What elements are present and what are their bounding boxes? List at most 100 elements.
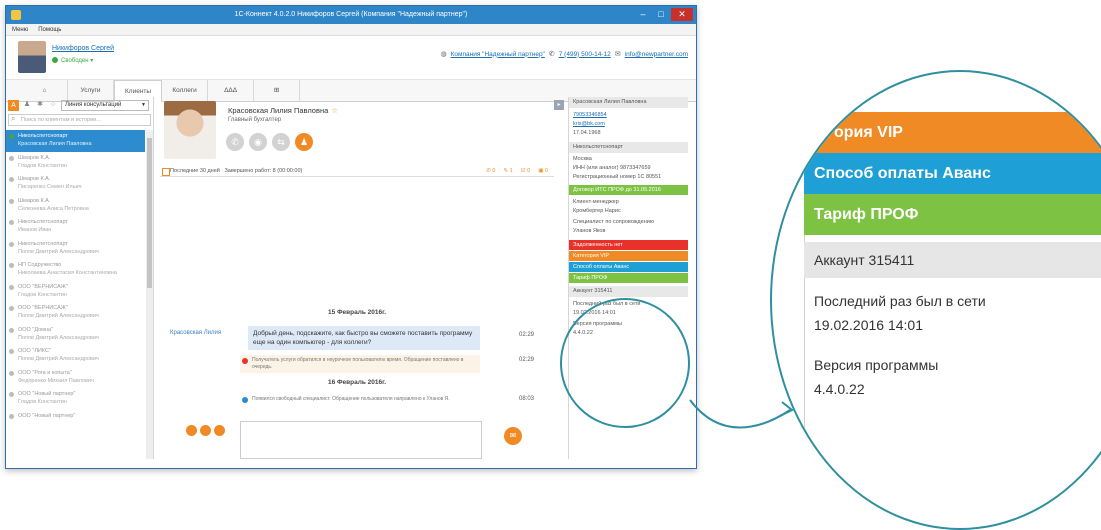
screenshot-button[interactable]: [200, 425, 211, 436]
list-item[interactable]: Шмаров К.А. Селезнева Алиса Петровна: [6, 195, 145, 217]
client-list-scrollbar[interactable]: [146, 130, 153, 459]
info-city: Москва: [573, 156, 592, 162]
calls-counter[interactable]: ✆ 0: [486, 165, 495, 177]
list-item[interactable]: Никольспетснопарт Иванов Иван: [6, 216, 145, 238]
list-item-org: Никольспетснопарт: [18, 240, 68, 247]
info-email[interactable]: kris@bk.com: [569, 120, 688, 129]
user-avatar[interactable]: [18, 41, 46, 73]
message-bubble: Добрый день, подскажите, как быстро вы с…: [248, 326, 480, 350]
user-bar: Никифоров Сергей Свободен ▾ ◍ Компания "…: [6, 36, 696, 80]
manager-name: Кромбергер Нарис: [573, 208, 621, 214]
contact-name-text: Красовская Лилия Павловна: [228, 106, 329, 115]
star-icon[interactable]: ✱: [35, 100, 45, 110]
info-phone[interactable]: 79053346854: [569, 111, 688, 120]
maximize-button[interactable]: □: [653, 8, 669, 21]
list-item[interactable]: Шмаров К.А. Писаренко Семен Ильич: [6, 173, 145, 195]
client-search-input[interactable]: Поиск по клиентам и истории...: [8, 114, 151, 126]
zoom-tariff-badge: Тариф ПРОФ: [804, 194, 1101, 235]
company-link[interactable]: Компания "Надежный партнер": [451, 51, 545, 58]
zoom-connector-line: [689, 399, 791, 429]
filter-a-button[interactable]: A: [8, 99, 19, 111]
list-item-person: Попов Дмитрий Александрович: [18, 356, 99, 362]
list-item[interactable]: Шмаров К.А. Гладов Константин: [6, 152, 145, 174]
info-icon: [242, 397, 248, 403]
mail-icon: ✉: [614, 51, 621, 58]
message-time: 02:29: [518, 357, 534, 363]
message-sender[interactable]: Красовская Лилия: [170, 330, 221, 336]
list-item[interactable]: ООО "ЛИКС" Попов Дмитрий Александрович: [6, 345, 145, 367]
tasks-counter[interactable]: ☑ 0: [521, 165, 531, 177]
zoom-version-value: 4.4.0.22: [814, 381, 865, 397]
circle-icon[interactable]: ○: [48, 100, 58, 110]
list-item[interactable]: ООО "Домна" Попов Дмитрий Александрович: [6, 324, 145, 346]
title-bar: 1С-Коннект 4.0.2.0 Никифоров Сергей (Ком…: [6, 6, 696, 24]
template-button[interactable]: [214, 425, 225, 436]
tasks-count: 0: [527, 168, 531, 174]
user-status-label: Свободен ▾: [61, 58, 94, 64]
list-item-person: Попов Дмитрий Александрович: [18, 334, 99, 341]
collapse-panel-button[interactable]: ▸: [554, 100, 564, 110]
calls-count: 0: [492, 168, 496, 174]
zoom-detail-circle: ория VIP Способ оплаты Аванс Тариф ПРОФ …: [770, 70, 1101, 530]
list-item[interactable]: Никольспетснопарт Красовская Лилия Павлов…: [6, 130, 145, 152]
message-input[interactable]: [240, 421, 482, 459]
contact-role: Главный бухгалтер: [228, 117, 282, 123]
debt-badge: Задолженность нет: [569, 240, 688, 250]
system-message-text: Получатель услуги обратился в неурочное …: [252, 357, 464, 370]
client-list-toolbar: A ♟ ✱ ○ Линия консультаций: [6, 97, 153, 113]
company-phone[interactable]: 7 (499) 500-14-12: [559, 51, 611, 58]
phone-icon: ✆: [548, 51, 555, 58]
list-item[interactable]: ООО "Новый партнер": [6, 410, 145, 432]
menu-item-help[interactable]: Помощь: [38, 24, 61, 35]
info-header-name: Красовская Лилия Павловна: [569, 97, 688, 108]
user-name-link[interactable]: Никифоров Сергей: [52, 45, 114, 52]
list-item[interactable]: ООО "Новый партнер" Гладов Константин: [6, 388, 145, 410]
call-button[interactable]: ✆: [226, 133, 244, 151]
list-item-person: Гладов Константин: [18, 291, 67, 298]
company-contacts: ◍ Компания "Надежный партнер" ✆ 7 (499) …: [440, 50, 689, 59]
list-item[interactable]: ООО "ВЕРНИСАЖ" Попов Дмитрий Александрови…: [6, 302, 145, 324]
favorite-star-icon[interactable]: ☆: [331, 106, 338, 115]
list-item-org: ООО "ВЕРНИСАЖ": [18, 283, 68, 290]
list-item[interactable]: ООО "ВЕРНИСАЖ" Гладов Константин: [6, 281, 145, 303]
person-button[interactable]: ♟: [295, 133, 313, 151]
zoom-version-label: Версия программы: [814, 357, 939, 373]
category-badge: Категория VIP: [569, 251, 688, 261]
zoom-content: ория VIP Способ оплаты Аванс Тариф ПРОФ …: [804, 72, 1101, 528]
list-item-person: Красовская Лилия Павловна: [18, 141, 92, 147]
list-item[interactable]: ООО "Рога и копыта" Федоренко Михаил Павл…: [6, 367, 145, 389]
list-item-person: Гладов Константин: [18, 162, 67, 169]
user-status[interactable]: Свободен ▾: [52, 57, 93, 64]
message-time: 02:29: [518, 332, 534, 338]
list-item-person: Федоренко Михаил Павлович: [18, 377, 94, 384]
status-dot-icon: [52, 57, 58, 64]
files-count: 0: [544, 168, 548, 174]
info-birthdate: 17.04.1968: [573, 130, 601, 136]
line-select[interactable]: Линия консультаций: [61, 99, 149, 111]
send-button[interactable]: ✉: [504, 427, 522, 445]
minimize-button[interactable]: –: [635, 8, 651, 21]
person-icon[interactable]: ♟: [22, 100, 32, 110]
scrollbar-thumb[interactable]: [147, 138, 152, 288]
list-item-org: Никольспетснопарт: [18, 219, 68, 225]
globe-icon: ◍: [440, 51, 447, 58]
list-item[interactable]: Никольспетснопарт Попов Дмитрий Александр…: [6, 238, 145, 260]
video-button[interactable]: ◉: [249, 133, 267, 151]
list-item-person: Гладов Константин: [18, 399, 67, 405]
info-header-org: Никольспетснопарт: [569, 142, 688, 153]
system-message: Появился свободный специалист. Обращение…: [240, 394, 480, 405]
attach-button[interactable]: [186, 425, 197, 436]
specialist-name: Уланов Яков: [573, 228, 606, 234]
company-email[interactable]: info@newpartner.com: [625, 51, 688, 58]
files-counter[interactable]: ▣ 0: [538, 165, 548, 177]
period-select[interactable]: Последние 30 дней: [170, 168, 220, 174]
list-item-org: Никольспетснопарт: [18, 133, 68, 139]
menu-item-menu[interactable]: Меню: [12, 24, 28, 35]
chats-counter[interactable]: ✎ 1: [503, 165, 512, 177]
list-item[interactable]: НП Содружество Николаева Анастасия Конста…: [6, 259, 145, 281]
history-filter-bar: Последние 30 дней Завершено работ: 8 (00…: [160, 165, 554, 177]
window-title: 1С-Коннект 4.0.2.0 Никифоров Сергей (Ком…: [234, 11, 468, 18]
remote-button[interactable]: ⇆: [272, 133, 290, 151]
list-item-org: ООО "ВЕРНИСАЖ": [18, 305, 68, 311]
close-button[interactable]: ✕: [671, 8, 693, 21]
